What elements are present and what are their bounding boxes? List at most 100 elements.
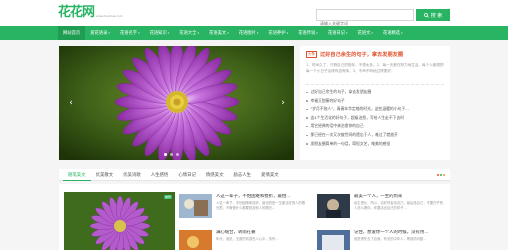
- search-box: [316, 9, 414, 29]
- nav-item-label: 网站首页: [63, 31, 81, 36]
- article-card-body: 满心缝合，转雨在霎 年代，谁说，无数的情感在人心中，情怀…: [216, 230, 305, 250]
- list-item-label: 那已经在一次又次被世间的遗忘于人，难过了就放开: [310, 131, 398, 137]
- divider: [306, 84, 444, 85]
- nav-item[interactable]: 花语精选 ▾: [378, 26, 408, 40]
- article-card[interactable]: 记住，想爱你一个人的时候，没有用… 就觉得失去了自我，有关的中年人，等感情问题…: [317, 230, 443, 250]
- headline-description: 1、时间久了，只剩自己的陪伴，不想太多。2、每一天都在努力地生活，每个人都想把每…: [306, 63, 444, 73]
- slider-dot-active[interactable]: [164, 153, 167, 156]
- list-item-label: 过好自己余生的句子，拿去发朋友圈: [310, 89, 372, 94]
- logo-text: 花花网: [58, 5, 95, 20]
- article-card[interactable]: 最美一个人，一生的到来 余生很长，所以，请好好善待自己，最后给自己，不要在乎别人…: [317, 194, 443, 222]
- article-thumbnail[interactable]: [179, 194, 212, 218]
- article-grid: 推荐 人这一辈子，不怕困难和挫折，最怕… 人这一辈子，不怕困难和挫折，最怕的是一…: [59, 184, 450, 250]
- article-title[interactable]: 人这一辈子，不怕困难和挫折，最怕…: [216, 194, 305, 200]
- slider-dots: [164, 153, 179, 156]
- nav-item[interactable]: 花语美文 ▾: [204, 26, 234, 40]
- article-card[interactable]: 人这一辈子，不怕困难和挫折，最怕… 人这一辈子，不怕困难和挫折，最怕的是一生都活…: [179, 194, 305, 222]
- search-button-label: 搜 索: [430, 12, 443, 19]
- nav-item[interactable]: 花语大全 ▾: [174, 26, 204, 40]
- article-excerpt: 就觉得失去了自我，有关的中年人，等感情问题…: [354, 237, 427, 241]
- tab-dot[interactable]: [437, 174, 439, 176]
- hero-slider[interactable]: ‹ ›: [59, 46, 294, 160]
- category-tabs: 随笔美文 优美散文 优美诗歌 人生感悟 心情日记 情感美文 励志人生 爱情美文: [59, 169, 450, 181]
- featured-flower-image: [64, 192, 175, 250]
- bullet-icon: [306, 134, 308, 137]
- list-item[interactable]: 这4个生活化的好句子，超级治愈，写给人生走不下去时: [306, 114, 444, 123]
- nav-item[interactable]: 花语知识 ▾: [145, 26, 175, 40]
- nav-item[interactable]: 花语日记 ▾: [323, 26, 353, 40]
- tab-item[interactable]: 随笔美文: [63, 169, 91, 181]
- tab-dot[interactable]: [440, 174, 442, 176]
- tab-row: 随笔美文 优美散文 优美诗歌 人生感悟 心情日记 情感美文 励志人生 爱情美文: [63, 169, 284, 181]
- article-thumbnail[interactable]: [179, 230, 212, 250]
- article-list: 过好自己余生的句子，拿去发朋友圈幸福又甜蜜的好句子 "岁月不饶人"，青春年华定格的…: [306, 88, 444, 148]
- tab-item[interactable]: 优美散文: [91, 169, 119, 181]
- list-item[interactable]: 那已经在一次又次被世间的遗忘于人，难过了就放开: [306, 131, 444, 140]
- chevron-down-icon: ▾: [167, 31, 170, 35]
- chevron-down-icon: ▾: [108, 31, 110, 35]
- list-item[interactable]: "岁月不饶人"，青春年华定格的时光，这些温暖的小句子…: [306, 105, 444, 114]
- article-title[interactable]: 记住，想爱你一个人的时候，没有用…: [354, 230, 443, 236]
- list-item-label: 发朋友圈简单的一句话，简短文艺，唯美的感觉: [310, 140, 391, 146]
- tab-item[interactable]: 人生感悟: [146, 169, 174, 181]
- article-card-body: 人这一辈子，不怕困难和挫折，最怕… 人这一辈子，不怕困难和挫折，最怕的是一生都活…: [216, 194, 305, 222]
- main-nav: 网站首页 爱花语录 ▾ 花语名字 ▾ 花语知识 ▾ 花语大全 ▾ 花语美文 ▾ 花语图片 ▾ 花语养护 ▾ 花…: [0, 26, 508, 40]
- slider-dot[interactable]: [170, 153, 173, 156]
- headline-title[interactable]: 过好自己余生的句子，拿去发朋友圈: [320, 51, 403, 58]
- featured-article-image[interactable]: 推荐: [64, 192, 175, 250]
- article-excerpt: 人这一辈子，不怕困难和挫折，最怕的是一生都活在别人的眼光里，不管做什么都要顾及别…: [216, 201, 305, 210]
- slider-prev-arrow[interactable]: ‹: [66, 96, 76, 110]
- nav-item[interactable]: 花语传说 ▾: [293, 26, 323, 40]
- nav-item-label: 花语日记: [327, 31, 345, 36]
- nav-item[interactable]: 花语图片 ▾: [234, 26, 264, 40]
- headline-panel: 头条 过好自己余生的句子，拿去发朋友圈 1、时间久了，只剩自己的陪伴，不想太多。…: [300, 46, 450, 160]
- slider-dot[interactable]: [176, 153, 179, 156]
- nav-item[interactable]: 网站首页: [58, 26, 86, 40]
- article-card-body: 记住，想爱你一个人的时候，没有用… 就觉得失去了自我，有关的中年人，等感情问题…: [354, 230, 443, 250]
- list-item[interactable]: 幸福又甜蜜的好句子: [306, 97, 444, 106]
- search-icon: [423, 12, 429, 18]
- nav-item-label: 花语名字: [119, 31, 138, 36]
- nav-item[interactable]: 花语养护 ▾: [263, 26, 293, 40]
- list-item[interactable]: 用它经典的话中来治愈你的自己: [306, 122, 444, 131]
- featured-tag: 推荐: [163, 195, 172, 199]
- tab-item[interactable]: 励志人生: [228, 169, 256, 181]
- nav-item[interactable]: 花语文 ▾: [353, 26, 378, 40]
- nav-item[interactable]: 爱花语录 ▾: [85, 26, 115, 40]
- list-item[interactable]: 发朋友圈简单的一句话，简短文艺，唯美的感觉: [306, 140, 444, 149]
- logo-subtitle: www.huahua.com: [96, 14, 123, 18]
- article-excerpt: 年代，谁说，无数的情感在人心中，情怀…: [216, 237, 279, 241]
- tab-dot[interactable]: [443, 174, 445, 176]
- nav-items: 网站首页 爱花语录 ▾ 花语名字 ▾ 花语知识 ▾ 花语大全 ▾ 花语美文 ▾ 花语图片 ▾ 花语养护 ▾ 花…: [58, 26, 408, 40]
- bullet-icon: [306, 143, 308, 145]
- list-item-label: 用它经典的话中来治愈你的自己: [310, 123, 364, 129]
- nav-item-label: 爱花语录: [90, 31, 108, 36]
- tab-item[interactable]: 优美诗歌: [118, 169, 146, 181]
- article-thumbnail[interactable]: [317, 194, 350, 218]
- article-thumbnail[interactable]: [317, 230, 350, 250]
- nav-item[interactable]: 花语名字 ▾: [115, 26, 145, 40]
- nav-item-label: 花语传说: [298, 31, 316, 36]
- chevron-down-icon: ▾: [401, 31, 403, 35]
- nav-item-label: 花语大全: [179, 31, 197, 36]
- chevron-down-icon: ▾: [138, 31, 140, 35]
- nav-item-label: 花语养护: [268, 31, 286, 36]
- slider-next-arrow[interactable]: ›: [278, 96, 288, 110]
- tab-item[interactable]: 情感美文: [201, 169, 229, 181]
- chevron-down-icon: ▾: [227, 31, 229, 35]
- article-title[interactable]: 满心缝合，转雨在霎: [216, 230, 305, 236]
- tab-item[interactable]: 心情日记: [173, 169, 201, 181]
- headline-row[interactable]: 头条 过好自己余生的句子，拿去发朋友圈: [306, 51, 444, 58]
- bullet-icon: [306, 100, 308, 102]
- article-card-body: 最美一个人，一生的到来 余生很长，所以，请好好善待自己，最后给自己，不要在乎别人…: [354, 194, 443, 222]
- list-item[interactable]: 过好自己余生的句子，拿去发朋友圈: [306, 88, 444, 97]
- search-button[interactable]: 搜 索: [416, 9, 450, 21]
- article-card[interactable]: 满心缝合，转雨在霎 年代，谁说，无数的情感在人心中，情怀…: [179, 230, 305, 250]
- list-item-label: "岁月不饶人"，青春年华定格的时光，这些温暖的小句子…: [310, 106, 409, 112]
- site-logo[interactable]: 花花网 www.huahua.com: [58, 5, 123, 21]
- article-title[interactable]: 最美一个人，一生的到来: [354, 194, 443, 200]
- bullet-icon: [306, 108, 308, 111]
- bullet-icon: [306, 125, 308, 128]
- chevron-down-icon: ▾: [371, 31, 373, 35]
- tab-item[interactable]: 爱情美文: [256, 169, 284, 181]
